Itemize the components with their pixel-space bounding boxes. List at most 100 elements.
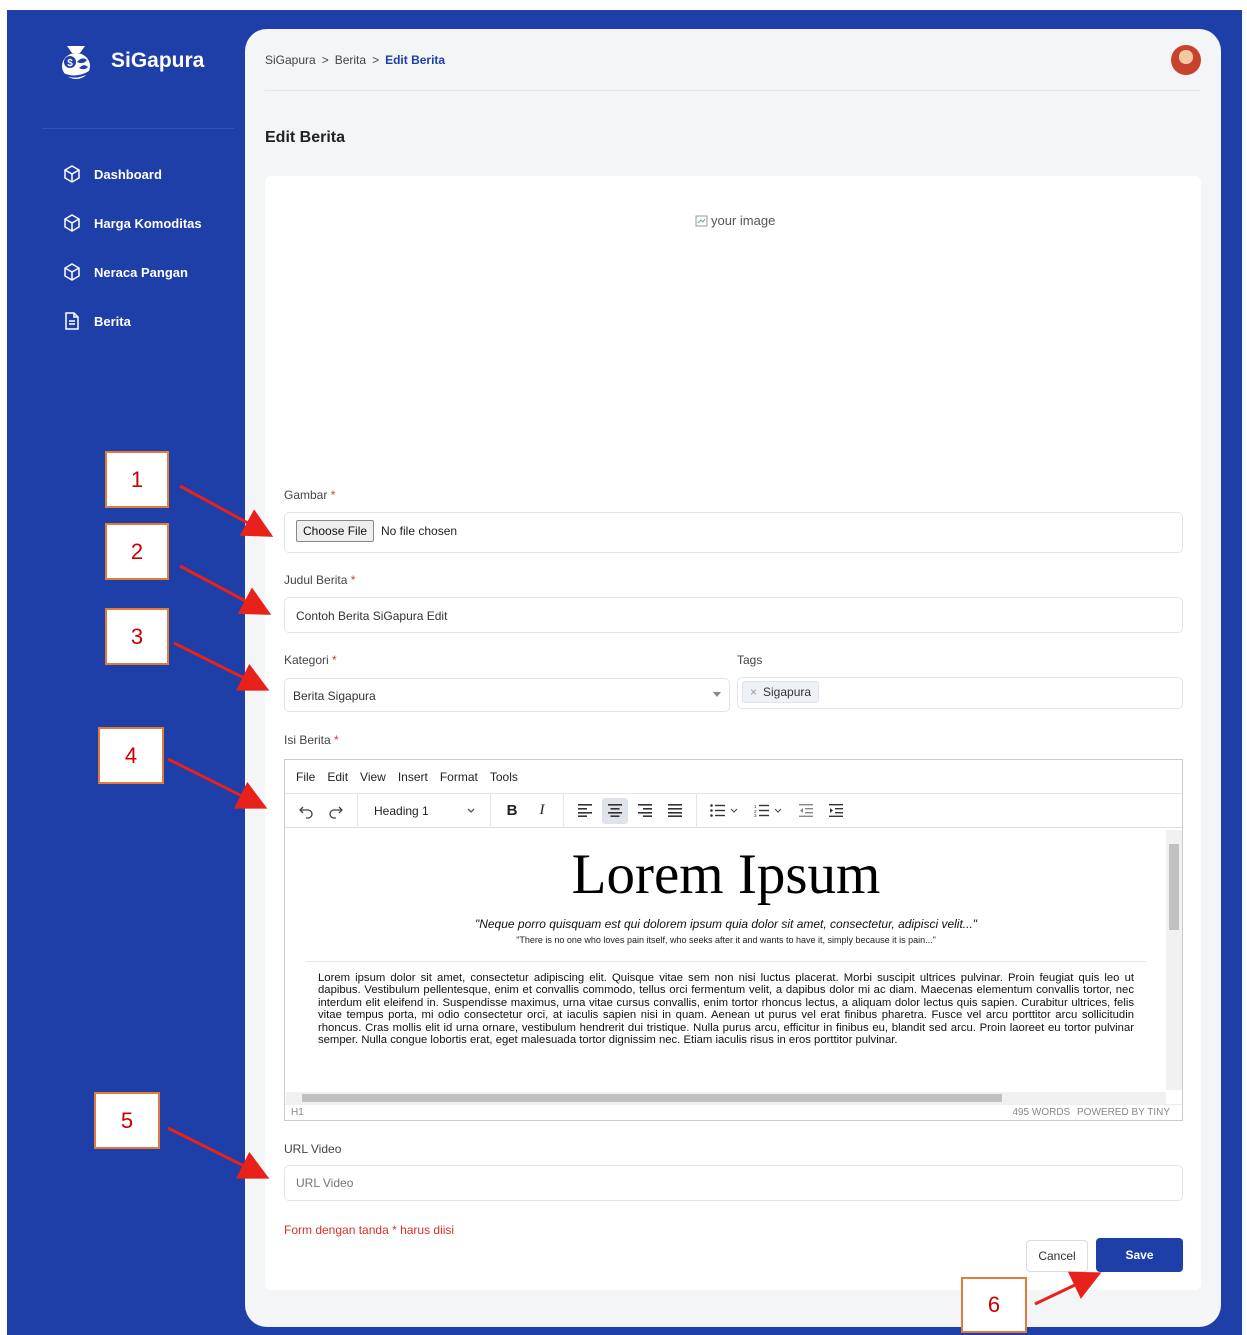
save-button[interactable]: Save: [1096, 1238, 1183, 1272]
menu-file[interactable]: File: [296, 770, 315, 784]
svg-text:3: 3: [754, 813, 757, 817]
numbered-list-icon[interactable]: 123: [749, 798, 789, 824]
svg-text:$: $: [67, 58, 73, 69]
brand[interactable]: $ SiGapura: [55, 40, 204, 82]
bullet-list-icon[interactable]: [705, 798, 745, 824]
money-bag-logo-icon: $: [60, 46, 92, 79]
sidebar-item-harga-komoditas[interactable]: Harga Komoditas: [62, 211, 202, 235]
doc-paragraph: Lorem ipsum dolor sit amet, consectetur …: [318, 972, 1134, 1047]
required-hint: Form dengan tanda * harus diisi: [284, 1223, 455, 1237]
sidebar-item-label: Neraca Pangan: [94, 264, 188, 280]
url-video-input[interactable]: [284, 1165, 1183, 1201]
doc-divider: [306, 961, 1146, 962]
required-mark: *: [332, 653, 337, 667]
main-panel: SiGapura > Berita > Edit Berita Edit Ber…: [245, 29, 1221, 1327]
judul-label: Judul Berita *: [284, 573, 355, 587]
required-mark: *: [334, 733, 339, 747]
topbar: SiGapura > Berita > Edit Berita: [265, 29, 1201, 91]
sidebar-item-neraca-pangan[interactable]: Neraca Pangan: [62, 260, 202, 284]
breadcrumb-separator: >: [321, 53, 329, 67]
brand-name: SiGapura: [111, 49, 205, 72]
required-mark: *: [350, 573, 356, 587]
align-center-icon[interactable]: [602, 797, 628, 824]
sidebar-divider: [42, 128, 234, 129]
tags-input[interactable]: × Sigapura: [737, 677, 1183, 709]
sidebar-item-berita[interactable]: Berita: [62, 309, 202, 333]
redo-icon[interactable]: [323, 798, 349, 824]
cube-icon: [64, 165, 80, 183]
annotation-1: 1: [105, 451, 169, 508]
breadcrumb: SiGapura > Berita > Edit Berita: [265, 53, 445, 67]
block-format-select[interactable]: Heading 1: [366, 798, 482, 824]
editor-statusbar: H1 495 WORDS POWERED BY TINY: [285, 1104, 1182, 1120]
powered-by[interactable]: POWERED BY TINY: [1077, 1107, 1170, 1118]
undo-icon[interactable]: [293, 798, 319, 824]
breadcrumb-item-sigapura[interactable]: SiGapura: [265, 53, 316, 67]
bold-icon[interactable]: B: [499, 798, 525, 824]
outdent-icon[interactable]: [793, 798, 819, 824]
breadcrumb-item-current: Edit Berita: [385, 53, 446, 67]
required-mark: *: [330, 488, 336, 502]
editor-menubar: File Edit View Insert Format Tools: [285, 760, 1182, 794]
toolbar-divider: [490, 793, 491, 828]
editor-content[interactable]: Lorem Ipsum "Neque porro quisquam est qu…: [286, 830, 1166, 1092]
judul-label-text: Judul Berita: [284, 573, 348, 587]
cube-icon: [64, 214, 80, 232]
menu-format[interactable]: Format: [440, 770, 478, 784]
align-justify-icon[interactable]: [662, 798, 688, 824]
rich-text-editor: File Edit View Insert Format Tools Headi…: [284, 759, 1183, 1121]
annotation-2: 2: [105, 523, 169, 580]
doc-heading: Lorem Ipsum: [571, 843, 881, 906]
annotation-3: 3: [105, 608, 169, 665]
cancel-button[interactable]: Cancel: [1026, 1240, 1088, 1272]
scrollbar-thumb[interactable]: [1169, 844, 1179, 930]
indent-icon[interactable]: [823, 798, 849, 824]
tag-chip: × Sigapura: [742, 681, 820, 703]
kategori-value: Berita Sigapura: [293, 689, 376, 703]
align-right-icon[interactable]: [632, 798, 658, 824]
toolbar-divider: [357, 793, 358, 828]
broken-image-icon: [695, 215, 708, 226]
image-alt-text: your image: [711, 213, 776, 228]
toolbar-divider: [563, 793, 564, 828]
editor-toolbar: Heading 1 B I 1 2 3: [285, 793, 1182, 828]
url-video-label: URL Video: [284, 1142, 342, 1156]
sidebar-item-label: Harga Komoditas: [94, 215, 202, 231]
judul-input[interactable]: Contoh Berita SiGapura Edit: [284, 597, 1183, 633]
block-format-value: Heading 1: [374, 803, 429, 818]
scrollbar-thumb[interactable]: [302, 1094, 1002, 1102]
menu-edit[interactable]: Edit: [327, 770, 348, 784]
image-preview: your image: [695, 213, 775, 228]
italic-icon[interactable]: I: [529, 798, 555, 824]
tag-remove-icon[interactable]: ×: [750, 685, 757, 699]
vertical-scrollbar[interactable]: [1166, 830, 1182, 1090]
gambar-file-field: Choose File No file chosen: [284, 512, 1183, 553]
kategori-label-text: Kategori: [284, 653, 329, 667]
element-path[interactable]: H1: [291, 1107, 304, 1118]
doc-quote: "Neque porro quisquam est qui dolorem ip…: [474, 917, 978, 931]
sidebar-item-dashboard[interactable]: Dashboard: [62, 162, 202, 186]
sidebar-item-label: Berita: [94, 313, 131, 329]
isi-label-text: Isi Berita: [284, 733, 331, 747]
breadcrumb-separator: >: [372, 53, 380, 67]
annotation-4: 4: [98, 727, 164, 784]
kategori-label: Kategori *: [284, 653, 337, 667]
avatar[interactable]: [1171, 45, 1201, 75]
align-left-icon[interactable]: [572, 798, 598, 824]
menu-insert[interactable]: Insert: [398, 770, 428, 784]
sidebar-item-label: Dashboard: [94, 166, 162, 182]
breadcrumb-item-berita[interactable]: Berita: [335, 53, 366, 67]
horizontal-scrollbar[interactable]: [286, 1092, 1166, 1104]
kategori-select[interactable]: Berita Sigapura: [284, 678, 730, 712]
form-card: your image Gambar * Choose File No file …: [265, 176, 1201, 1290]
menu-tools[interactable]: Tools: [490, 770, 518, 784]
document-icon: [65, 312, 79, 330]
word-count[interactable]: 495 WORDS: [1012, 1107, 1070, 1118]
toolbar-divider: [696, 793, 697, 828]
menu-view[interactable]: View: [360, 770, 386, 784]
annotation-5: 5: [94, 1092, 160, 1149]
choose-file-button[interactable]: Choose File: [296, 520, 375, 542]
statusbar-right: 495 WORDS POWERED BY TINY: [1012, 1107, 1170, 1118]
chevron-down-icon: [713, 692, 721, 697]
gambar-label: Gambar *: [284, 488, 335, 502]
